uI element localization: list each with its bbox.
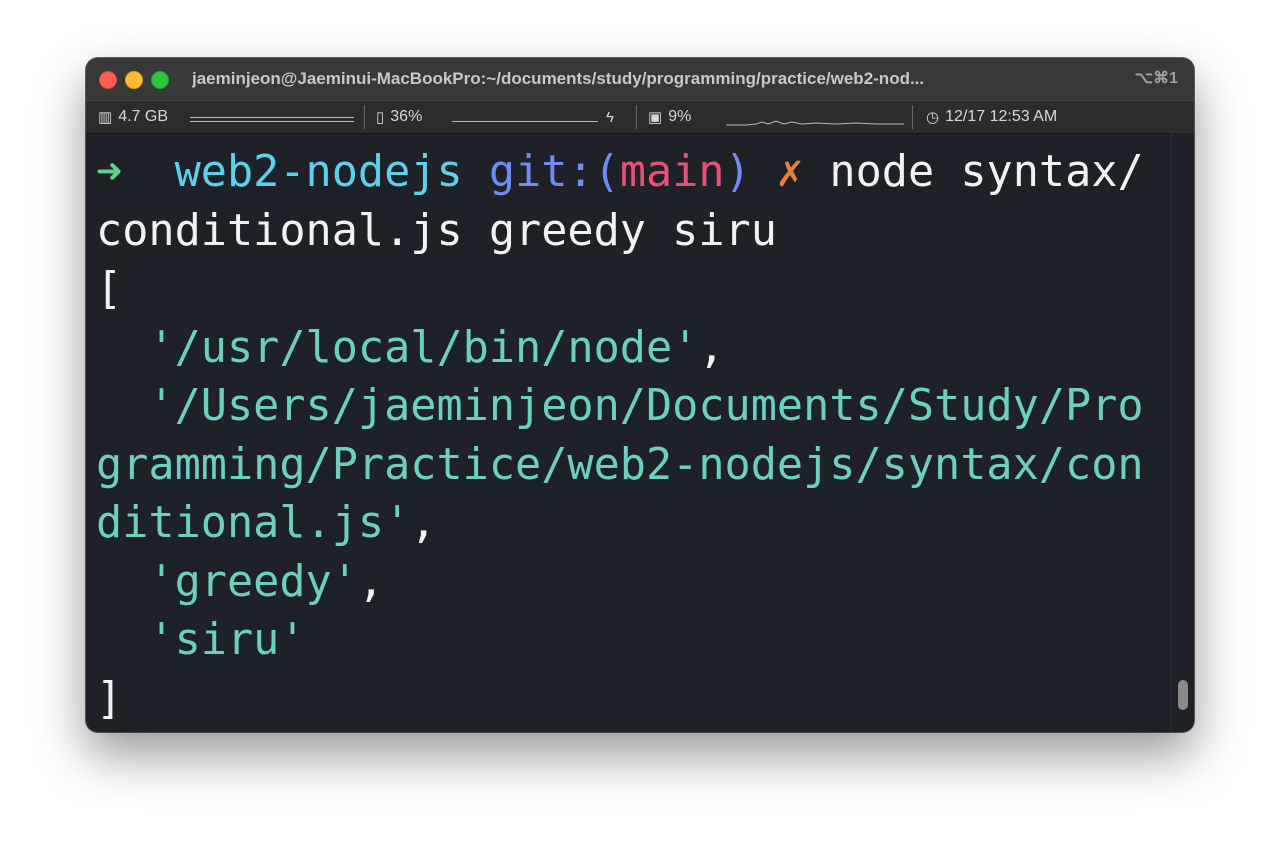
scrollbar-thumb[interactable] (1178, 680, 1188, 710)
clock-status: ◷ 12/17 12:53 AM (926, 101, 1057, 133)
terminal-output[interactable]: ➜ web2-nodejs git:(main) ✗ node syntax/c… (86, 133, 1172, 732)
battery-graph (452, 121, 598, 122)
window-shortcut: ⌥⌘1 (1134, 70, 1178, 87)
prompt-arrow-icon: ➜ (96, 147, 123, 197)
argv-item-wrap: ditional.js' (96, 498, 411, 548)
traffic-lights (99, 71, 169, 89)
zoom-button[interactable] (151, 71, 169, 89)
memory-graph (190, 117, 354, 118)
comma: , (698, 322, 725, 373)
status-bar: ▥ 4.7 GB ▯ 36% ϟ ▣ 9% ◷ 12/17 12:53 AM (86, 100, 1194, 134)
memory-status: ▥ 4.7 GB (98, 101, 168, 133)
argv-item: 'greedy' (148, 556, 358, 607)
cpu-value: 9% (668, 108, 692, 125)
memory-icon: ▥ (98, 109, 113, 126)
argv-item: '/usr/local/bin/node' (148, 322, 699, 373)
argv-item: 'siru' (148, 615, 306, 665)
status-divider (636, 105, 637, 129)
window-title: jaeminjeon@Jaeminui-MacBookPro:~/documen… (192, 69, 925, 88)
command-continuation: conditional.js greedy siru (96, 202, 1172, 261)
output-line-wrapped: gramming/Practice/web2-nodejs/syntax/con (96, 436, 1172, 495)
memory-value: 4.7 GB (118, 108, 168, 125)
output-line: [ (96, 260, 1172, 319)
command-text-continued: conditional.js greedy siru (96, 205, 777, 256)
git-branch: main (619, 147, 725, 197)
battery-icon: ▯ (376, 109, 385, 126)
prompt-directory: web2-nodejs (174, 147, 463, 197)
battery-value: 36% (390, 108, 423, 125)
output-line: '/Users/jaeminjeon/Documents/Study/Pro (96, 377, 1172, 436)
open-bracket: [ (96, 264, 123, 314)
close-button[interactable] (99, 71, 117, 89)
minimize-button[interactable] (125, 71, 143, 89)
argv-item: '/Users/jaeminjeon/Documents/Study/Pro (148, 381, 1144, 431)
close-bracket: ] (96, 673, 123, 724)
cpu-status: ▣ 9% (648, 101, 691, 133)
dirty-mark-icon: ✗ (777, 147, 804, 197)
command-text: node syntax/ (829, 147, 1144, 197)
argv-item-wrap: gramming/Practice/web2-nodejs/syntax/con (96, 439, 1144, 490)
output-line: 'greedy', (96, 553, 1172, 612)
output-line: 'siru' (96, 611, 1172, 670)
cpu-graph (726, 120, 904, 126)
datetime-value: 12/17 12:53 AM (945, 108, 1058, 125)
comma: , (410, 498, 437, 548)
output-line-wrapped: ditional.js', (96, 494, 1172, 553)
git-suffix: ) (724, 147, 751, 197)
output-line: ] (96, 670, 1172, 729)
terminal-window: jaeminjeon@Jaeminui-MacBookPro:~/documen… (86, 58, 1194, 732)
clock-icon: ◷ (926, 109, 940, 126)
lightning-icon: ϟ (606, 108, 614, 126)
comma: , (357, 556, 385, 607)
git-prefix: git:( (488, 147, 620, 197)
prompt-line: ➜ web2-nodejs git:(main) ✗ node syntax/ (96, 143, 1172, 202)
battery-status: ▯ 36% (376, 101, 422, 133)
memory-graph-baseline (190, 121, 354, 122)
status-divider (912, 105, 913, 129)
scrollbar-track[interactable] (1171, 133, 1194, 732)
cpu-icon: ▣ (648, 109, 663, 126)
output-line: '/usr/local/bin/node', (96, 319, 1172, 378)
status-divider (364, 105, 365, 129)
charging-indicator: ϟ (606, 101, 620, 133)
title-bar: jaeminjeon@Jaeminui-MacBookPro:~/documen… (86, 58, 1194, 100)
